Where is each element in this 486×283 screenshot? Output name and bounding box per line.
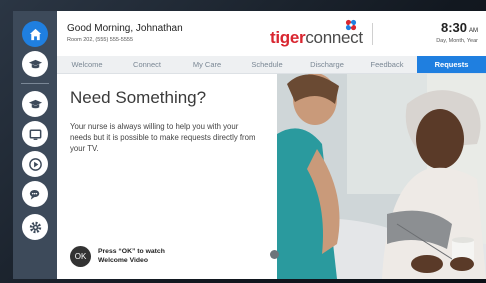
- graduation-cap-icon: [28, 59, 42, 68]
- main-content: Need Something? Your nurse is always wil…: [57, 74, 486, 279]
- tab-my-care[interactable]: My Care: [177, 56, 237, 73]
- sidebar-item-chat[interactable]: [22, 181, 48, 207]
- sidebar-item-tv[interactable]: [22, 121, 48, 147]
- clock-time: 8:30 AM: [441, 20, 478, 35]
- tab-requests[interactable]: Requests: [417, 56, 486, 73]
- logo-mark-icon: [345, 19, 357, 31]
- tv-screen: Good Morning, Johnathan Room 202, (555) …: [13, 11, 486, 279]
- tab-feedback[interactable]: Feedback: [357, 56, 417, 73]
- sidebar-item-education[interactable]: [22, 51, 48, 77]
- sidebar: [13, 11, 57, 279]
- logo-tiger: tiger: [270, 28, 306, 47]
- hero-illustration: [277, 74, 486, 279]
- nav-tabs: Welcome Connect My Care Schedule Dischar…: [57, 56, 486, 74]
- ok-instruction-line2: Welcome Video: [98, 256, 148, 264]
- gear-icon: [29, 221, 41, 233]
- home-icon: [29, 28, 41, 40]
- sidebar-item-settings[interactable]: [22, 214, 48, 240]
- ok-instruction: Press “OK” to watch Welcome Video: [98, 248, 228, 265]
- play-icon: [28, 157, 42, 171]
- tab-schedule[interactable]: Schedule: [237, 56, 297, 73]
- sidebar-item-learning[interactable]: [22, 91, 48, 117]
- sidebar-item-video[interactable]: [22, 151, 48, 177]
- page-title: Need Something?: [70, 88, 207, 107]
- hero-photo: [277, 74, 486, 279]
- time-ampm: AM: [469, 28, 478, 34]
- ok-button[interactable]: OK: [70, 246, 91, 267]
- description-text: Your nurse is always willing to help you…: [70, 122, 256, 153]
- carousel-dot[interactable]: [270, 250, 279, 259]
- brand-logo: tigerconnect: [270, 28, 363, 48]
- chat-icon: [29, 189, 39, 200]
- tv-icon: [29, 129, 41, 140]
- request-panel: Need Something? Your nurse is always wil…: [57, 74, 277, 279]
- greeting-text: Good Morning, Johnathan: [67, 23, 183, 34]
- tab-connect[interactable]: Connect: [117, 56, 177, 73]
- ok-instruction-line1: Press “OK” to watch: [98, 248, 165, 255]
- sidebar-divider: [21, 83, 49, 84]
- room-info: Room 202, (555) 555-5555: [67, 37, 134, 43]
- sidebar-item-home[interactable]: [22, 21, 48, 47]
- header-separator: [372, 23, 373, 45]
- tab-welcome[interactable]: Welcome: [57, 56, 117, 73]
- tab-discharge[interactable]: Discharge: [297, 56, 357, 73]
- graduation-cap-icon: [28, 99, 42, 108]
- clock-date: Day, Month, Year: [436, 38, 478, 44]
- time-value: 8:30: [440, 20, 467, 35]
- header: Good Morning, Johnathan Room 202, (555) …: [57, 11, 486, 56]
